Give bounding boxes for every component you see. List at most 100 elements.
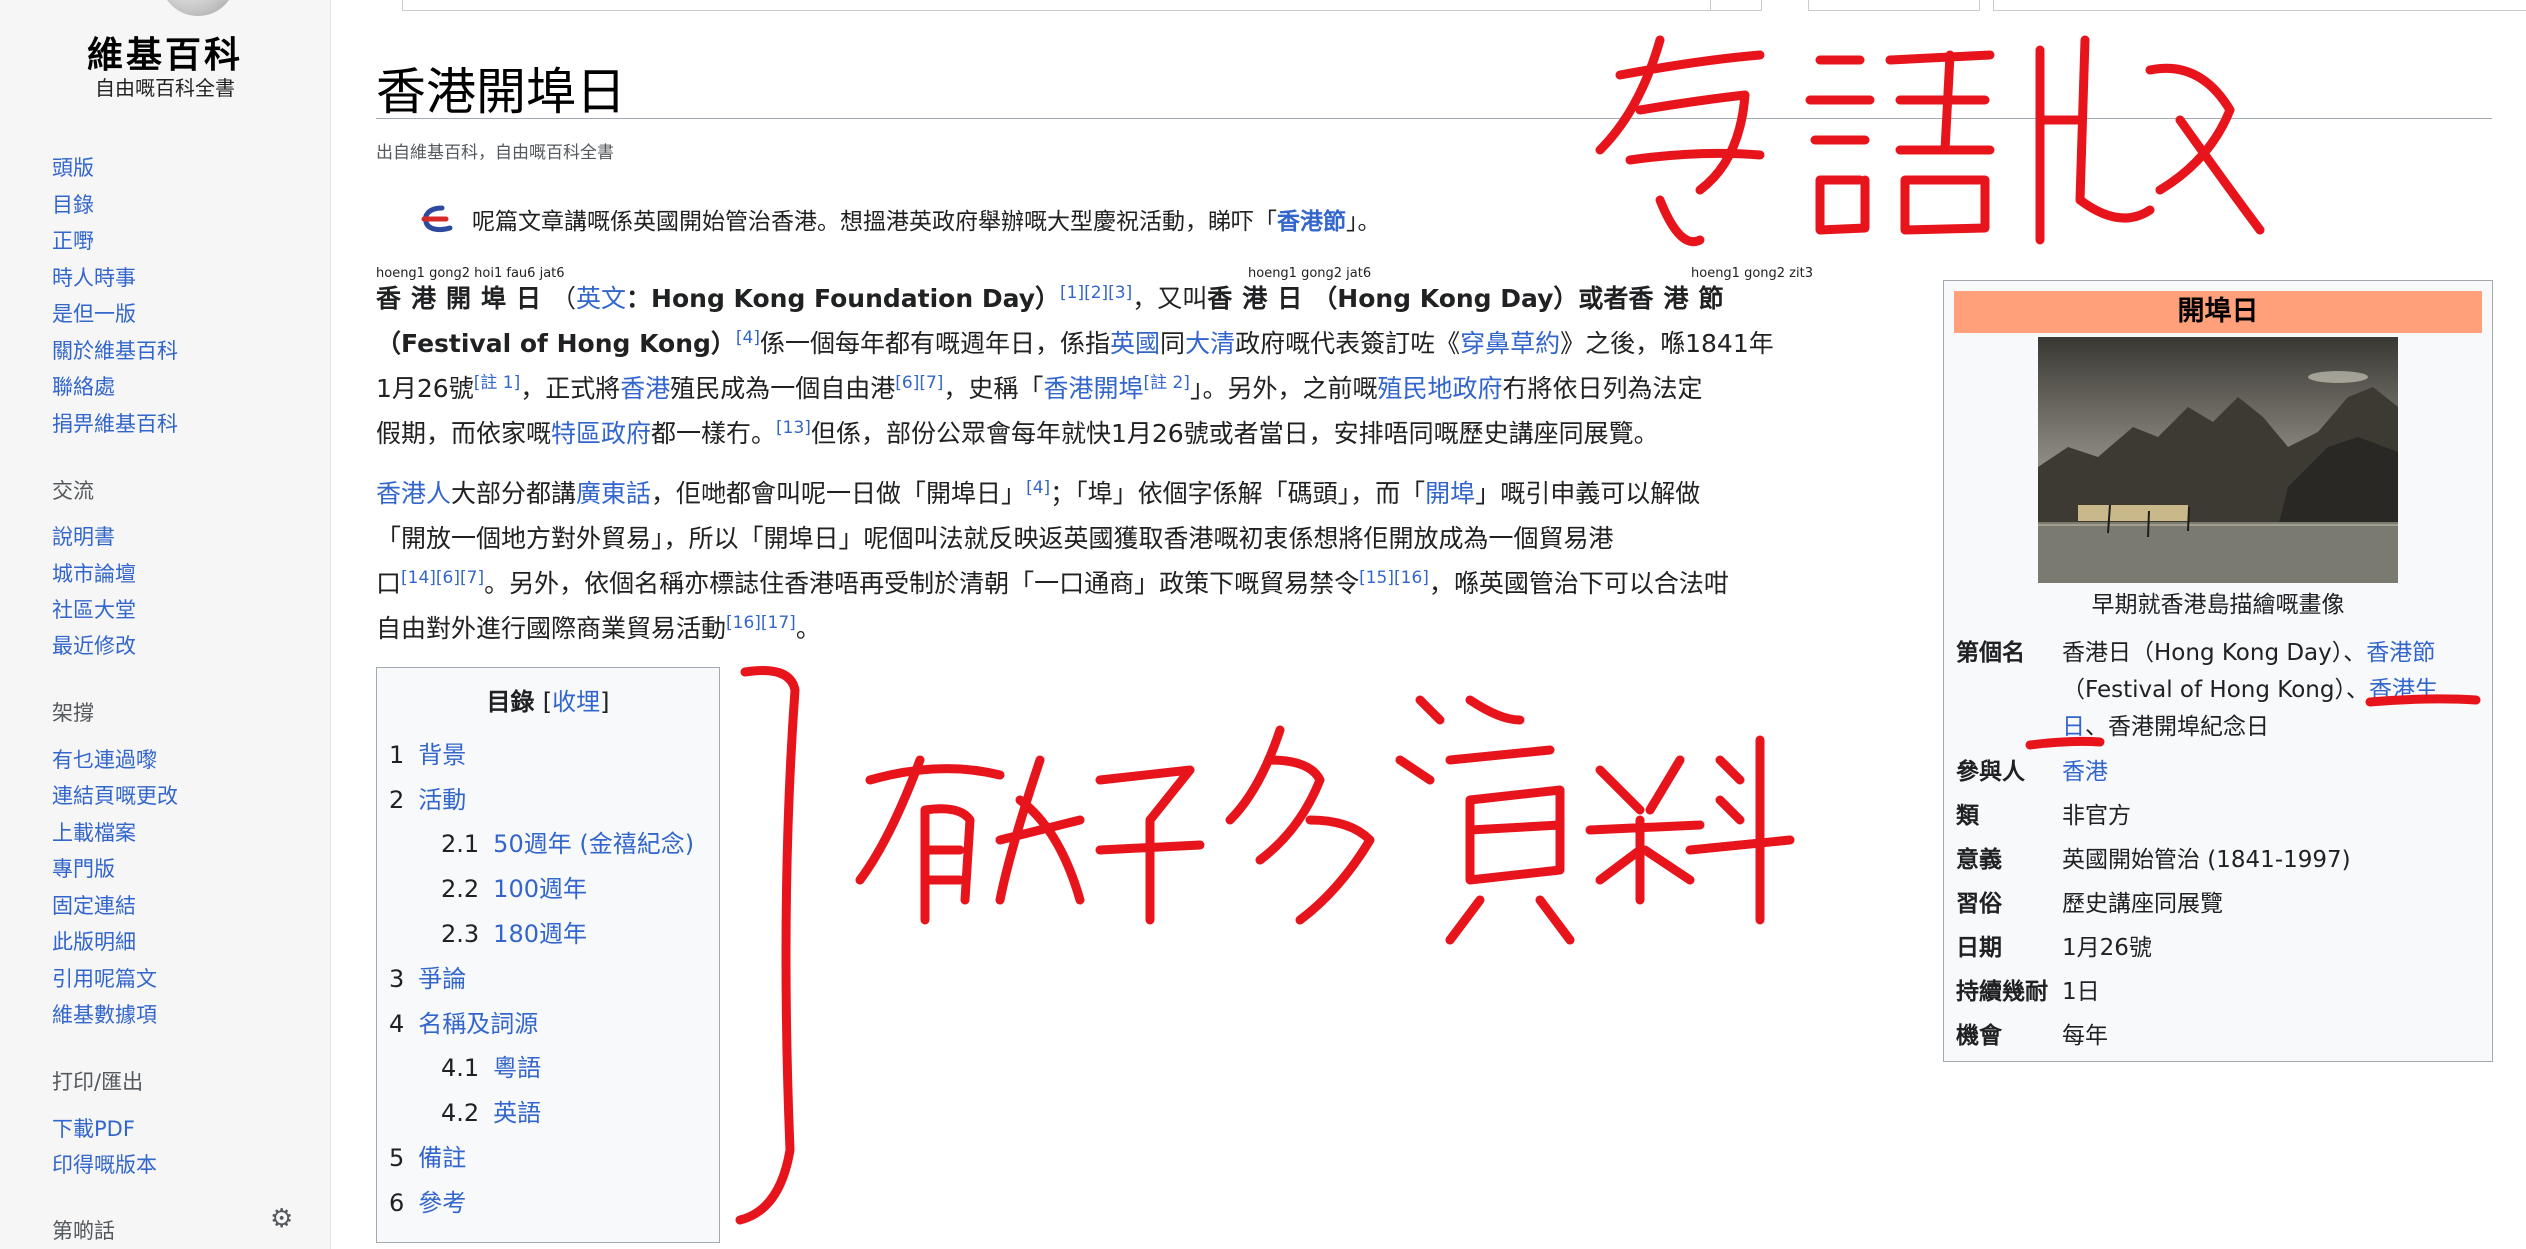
citation[interactable]: [4] <box>1026 478 1050 498</box>
wikipedia-globe-logo[interactable] <box>160 0 236 16</box>
sidebar-item-community-portal[interactable]: 社區大堂 <box>52 594 136 624</box>
toc-item-references[interactable]: 6 參考 <box>389 1183 466 1218</box>
toc-item-180th[interactable]: 2.3 180週年 <box>441 914 587 949</box>
paragraph-2-line-3: 口[14][6][7]。另外，依個名稱亦標誌住香港唔再受制於清朝「一口通商」政策… <box>376 568 1729 598</box>
sidebar-item-permanent-link[interactable]: 固定連結 <box>52 890 136 920</box>
link-britain[interactable]: 英國 <box>1110 329 1160 358</box>
infobox-value-other-names-line2: （Festival of Hong Kong）、香港生 <box>2062 677 2438 703</box>
hatnote: 呢篇文章講嘅係英國開始管治香港。想搵港英政府舉辦嘅大型慶祝活動，睇吓「香港節」。 <box>472 209 1381 235</box>
sidebar-item-help[interactable]: 說明書 <box>52 521 115 551</box>
link-festival-of-hk[interactable]: 香港節 <box>2366 640 2435 666</box>
citation[interactable]: [16][17] <box>726 613 796 633</box>
search-input[interactable] <box>1993 0 2526 11</box>
toc-item-english[interactable]: 4.2 英語 <box>441 1093 541 1128</box>
sidebar: 維基百科 自由嘅百科全書 頭版 目錄 正嘢 時人時事 是但一版 關於維基百科 聯… <box>0 0 331 1249</box>
citation[interactable]: [1][2][3] <box>1060 283 1132 303</box>
logo-title[interactable]: 維基百科 <box>0 26 330 78</box>
table-of-contents: 目錄 [收埋] 1 背景 2 活動 2.1 50週年 (金禧紀念) 2.2 100週年 … <box>376 667 720 1243</box>
paragraph-1-line-2: （Festival of Hong Kong）[4]係一個每年都有嘅週年日，係指… <box>376 328 1774 358</box>
paragraph-2-line-2: 「開放一個地方對外貿易」，所以「開埠日」呢個叫法就反映返英國獲取香港嘅初衷係想將… <box>376 524 1614 553</box>
citation[interactable]: [4] <box>736 328 760 348</box>
infobox: 開埠日 早期就香港島描繪嘅畫像 第個名 香港日（Hong Kong Day）、香… <box>1943 280 2493 1062</box>
sidebar-item-upload[interactable]: 上載檔案 <box>52 817 136 847</box>
paragraph-2-line-1: 香港人大部分都講廣東話，佢哋都會叫呢一日做「開埠日」[4]；「埠」依個字係解「碼… <box>376 478 1701 508</box>
infobox-label-frequency: 機會 <box>1956 1023 2002 1049</box>
sidebar-heading-languages: 第啲話 <box>52 1219 115 1243</box>
infobox-value-participants[interactable]: 香港 <box>2062 752 2108 786</box>
sidebar-item-featured[interactable]: 正嘢 <box>52 225 94 255</box>
page-title: 香港開埠日 <box>376 63 626 121</box>
sidebar-item-cite[interactable]: 引用呢篇文 <box>52 963 157 993</box>
infobox-value-other-names-line1: 香港日（Hong Kong Day）、香港節 <box>2062 640 2436 666</box>
infobox-title: 開埠日 <box>1954 291 2482 333</box>
infobox-value-duration: 1日 <box>2062 979 2100 1005</box>
handwritten-lots-of-info-scribble <box>855 695 1795 945</box>
infobox-caption: 早期就香港島描繪嘅畫像 <box>2091 592 2345 618</box>
site-subtitle: 出自維基百科，自由嘅百科全書 <box>376 143 614 163</box>
hatnote-link[interactable]: 香港節 <box>1277 209 1346 235</box>
citation[interactable]: [13] <box>776 418 811 438</box>
sidebar-item-main-page[interactable]: 頭版 <box>52 152 94 182</box>
toc-item-50th[interactable]: 2.1 50週年 (金禧紀念) <box>441 824 694 859</box>
view-tabs-bar[interactable] <box>1808 0 1980 11</box>
sidebar-item-wikidata[interactable]: 維基數據項 <box>52 999 157 1029</box>
link-convention-of-chuenpi[interactable]: 穿鼻草約 <box>1460 329 1560 358</box>
title-divider <box>376 118 2492 119</box>
infobox-value-observances: 歷史講座同展覽 <box>2062 891 2223 917</box>
infobox-label-type: 類 <box>1956 803 1979 829</box>
infobox-label-observances: 習俗 <box>1956 891 2002 917</box>
sidebar-item-page-info[interactable]: 此版明細 <box>52 926 136 956</box>
note[interactable]: [註 2] <box>1143 373 1189 393</box>
link-qing[interactable]: 大清 <box>1185 329 1235 358</box>
infobox-label-significance: 意義 <box>1956 847 2002 873</box>
toc-title: 目錄 [收埋] <box>486 688 610 716</box>
infobox-value-date: 1月26號 <box>2062 935 2152 961</box>
citation[interactable]: [14][6][7] <box>401 568 484 588</box>
link-english[interactable]: 英文 <box>576 284 626 313</box>
sidebar-item-recent-changes[interactable]: 最近修改 <box>52 630 136 660</box>
sidebar-item-donate[interactable]: 捐畀維基百科 <box>52 408 178 438</box>
toc-item-etymology[interactable]: 4 名稱及詞源 <box>389 1004 538 1039</box>
disambiguation-icon <box>421 205 453 233</box>
handwritten-bracket <box>735 665 800 1225</box>
page-tabs-bar[interactable] <box>402 0 1762 11</box>
sidebar-item-about[interactable]: 關於維基百科 <box>52 335 178 365</box>
citation[interactable]: [6][7] <box>895 373 943 393</box>
sidebar-item-random[interactable]: 是但一版 <box>52 298 136 328</box>
toc-toggle-button[interactable]: 收埋 <box>552 688 600 716</box>
gear-icon[interactable]: ⚙ <box>270 1204 293 1234</box>
link-sar-government[interactable]: 特區政府 <box>551 419 651 448</box>
toc-item-100th[interactable]: 2.2 100週年 <box>441 869 587 904</box>
handwritten-cantonese-version-scribble <box>1595 35 2265 246</box>
infobox-painting[interactable] <box>2038 337 2398 583</box>
infobox-value-other-names-line3: 日、香港開埠紀念日 <box>2062 714 2269 740</box>
citation[interactable]: [15][16] <box>1359 568 1429 588</box>
sidebar-item-printable[interactable]: 印得嘅版本 <box>52 1149 157 1179</box>
tab-divider <box>1710 0 1762 11</box>
link-hong-kong[interactable]: 香港 <box>620 374 670 403</box>
sidebar-item-village-pump[interactable]: 城市論壇 <box>52 558 136 588</box>
link-hong-kong-people[interactable]: 香港人 <box>376 479 451 508</box>
link-opening-of-hong-kong[interactable]: 香港開埠 <box>1043 374 1143 403</box>
paragraph-2-line-4: 自由對外進行國際商業貿易活動[16][17]。 <box>376 613 821 643</box>
link-cantonese[interactable]: 廣東話 <box>576 479 651 508</box>
link-hk-birthday[interactable]: 香港生 <box>2369 677 2438 703</box>
link-kaifu[interactable]: 開埠 <box>1425 479 1475 508</box>
sidebar-heading-interaction: 交流 <box>52 479 94 503</box>
link-colonial-government[interactable]: 殖民地政府 <box>1377 374 1502 403</box>
sidebar-item-current-events[interactable]: 時人時事 <box>52 262 136 292</box>
sidebar-item-what-links-here[interactable]: 有乜連過嚟 <box>52 744 157 774</box>
toc-item-cantonese[interactable]: 4.1 粵語 <box>441 1048 541 1083</box>
infobox-label-duration: 持續幾耐 <box>1956 979 2048 1005</box>
sidebar-item-contact[interactable]: 聯絡處 <box>52 371 115 401</box>
toc-item-notes[interactable]: 5 備註 <box>389 1138 466 1173</box>
toc-item-background[interactable]: 1 背景 <box>389 735 466 770</box>
sidebar-heading-print: 打印/匯出 <box>52 1070 144 1094</box>
sidebar-item-download-pdf[interactable]: 下載PDF <box>52 1113 135 1143</box>
toc-item-events[interactable]: 2 活動 <box>389 780 466 815</box>
note[interactable]: [註 1] <box>474 373 520 393</box>
sidebar-item-related-changes[interactable]: 連結頁嘅更改 <box>52 780 178 810</box>
toc-item-controversy[interactable]: 3 爭論 <box>389 959 466 994</box>
sidebar-item-contents[interactable]: 目錄 <box>52 189 94 219</box>
sidebar-item-special-pages[interactable]: 專門版 <box>52 853 115 883</box>
